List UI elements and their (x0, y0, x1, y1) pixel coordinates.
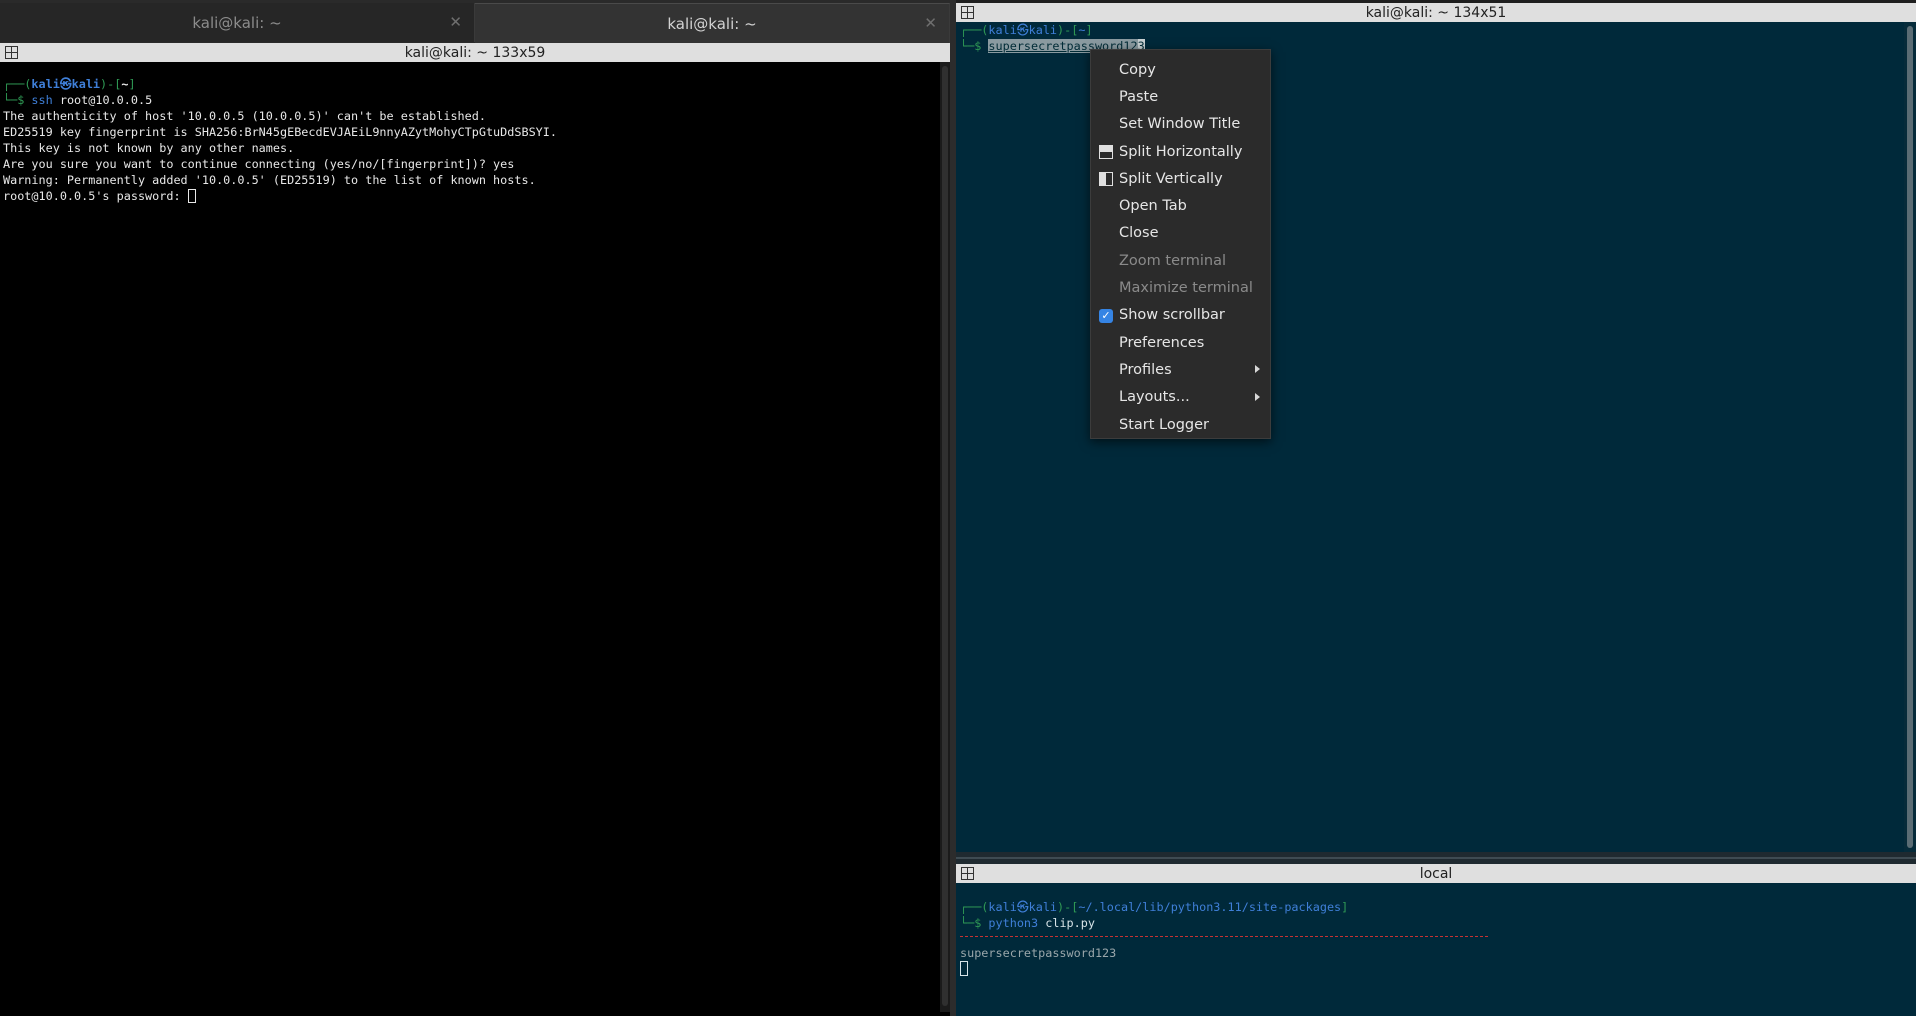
group-icon[interactable] (961, 6, 974, 19)
menu-item-split-horizontally[interactable]: Split Horizontally (1091, 138, 1270, 165)
prompt-frame: )-[ (1057, 900, 1079, 914)
right-bottom-terminal-output[interactable]: ┌──(kali㉿kali)-[~/.local/lib/python3.11/… (956, 883, 1916, 1016)
prompt-frame: )-[ (1057, 23, 1079, 37)
menu-item-paste[interactable]: Paste (1091, 83, 1270, 110)
clipboard-output: supersecretpassword123 (960, 946, 1117, 960)
password-prompt: root@10.0.0.5's password: (3, 189, 188, 203)
right-top-scrollbar[interactable] (1904, 22, 1916, 852)
command-args: root@10.0.0.5 (52, 93, 153, 107)
menu-item-set-window-title[interactable]: Set Window Title (1091, 111, 1270, 138)
scrollbar-thumb[interactable] (942, 66, 948, 1006)
menu-item-close[interactable]: Close (1091, 220, 1270, 247)
menu-item-label: Preferences (1119, 334, 1205, 351)
prompt-frame: └─$ (960, 916, 989, 930)
left-terminal-window: kali@kali: ~ ✕ kali@kali: ~ ✕ kali@kali:… (0, 0, 950, 1016)
command-name: ssh (31, 93, 53, 107)
menu-item-label: Open Tab (1119, 198, 1187, 215)
tab-2-label: kali@kali: ~ (667, 14, 757, 33)
prompt-frame: ] (1341, 900, 1349, 914)
menu-item-label: Copy (1119, 61, 1156, 78)
prompt-frame: ┌──( (960, 900, 989, 914)
prompt-user: kali㉿kali (31, 77, 101, 91)
terminal-cursor (960, 961, 968, 976)
desktop: kali@kali: ~ ✕ kali@kali: ~ ✕ kali@kali:… (0, 0, 1916, 1016)
close-icon[interactable]: ✕ (924, 14, 937, 32)
menu-item-profiles[interactable]: Profiles (1091, 356, 1270, 383)
window-title: kali@kali: ~ 133x59 (404, 44, 546, 61)
menu-item-layouts[interactable]: Layouts... (1091, 384, 1270, 411)
menu-item-label: Show scrollbar (1119, 307, 1225, 324)
menu-item-maximize-terminal: Maximize terminal (1091, 274, 1270, 301)
menu-item-label: Maximize terminal (1119, 280, 1253, 297)
group-icon[interactable] (5, 46, 18, 59)
right-bottom-titlebar[interactable]: local (956, 864, 1916, 883)
prompt-frame: ┌──( (3, 77, 32, 91)
menu-item-start-logger[interactable]: Start Logger (1091, 411, 1270, 438)
left-terminal-output[interactable]: ┌──(kali㉿kali)-[~] └─$ ssh root@10.0.0.5… (0, 62, 940, 1012)
group-icon[interactable] (961, 867, 974, 880)
command-args: clip.py (1038, 916, 1095, 930)
output-line: ED25519 key fingerprint is SHA256:BrN45g… (3, 125, 557, 139)
menu-item-split-vertically[interactable]: Split Vertically (1091, 165, 1270, 192)
prompt-user: kali㉿kali (988, 900, 1058, 914)
menu-item-label: Set Window Title (1119, 116, 1241, 133)
scrollbar-thumb[interactable] (1907, 26, 1913, 848)
terminal-cursor (187, 189, 196, 203)
menu-item-preferences[interactable]: Preferences (1091, 329, 1270, 356)
menu-item-label: Start Logger (1119, 416, 1210, 433)
tab-1-label: kali@kali: ~ (192, 13, 282, 32)
tab-bar: kali@kali: ~ ✕ kali@kali: ~ ✕ (0, 0, 950, 43)
prompt-frame: └─$ (3, 93, 32, 107)
menu-item-open-tab[interactable]: Open Tab (1091, 192, 1270, 219)
split-vertical-icon (1099, 172, 1113, 187)
right-top-titlebar[interactable]: kali@kali: ~ 134x51 (956, 3, 1916, 22)
menu-item-zoom-terminal: Zoom terminal (1091, 247, 1270, 274)
dashed-separator (960, 936, 1488, 937)
menu-item-label: Close (1119, 225, 1159, 242)
prompt-user: kali㉿kali (988, 23, 1058, 37)
prompt-dir: ~/.local/lib/python3.11/site-packages (1078, 900, 1342, 914)
menu-item-show-scrollbar[interactable]: ✓ Show scrollbar (1091, 302, 1270, 329)
output-line: Warning: Permanently added '10.0.0.5' (E… (3, 173, 536, 187)
split-grip (956, 857, 1916, 859)
context-menu: Copy Paste Set Window Title Split Horizo… (1090, 49, 1271, 439)
window-title: kali@kali: ~ 134x51 (1365, 4, 1507, 21)
menu-item-label: Profiles (1119, 361, 1172, 378)
prompt-frame: ] (1085, 23, 1093, 37)
submenu-arrow-icon (1255, 392, 1260, 401)
menu-item-label: Zoom terminal (1119, 252, 1226, 269)
menu-item-label: Split Vertically (1119, 170, 1223, 187)
tab-1[interactable]: kali@kali: ~ ✕ (0, 3, 475, 42)
prompt-frame: )-[ (100, 77, 122, 91)
window-title: local (1419, 865, 1453, 882)
submenu-arrow-icon (1255, 365, 1260, 374)
output-line: Are you sure you want to continue connec… (3, 157, 515, 171)
left-scrollbar[interactable] (940, 62, 950, 1012)
menu-item-label: Layouts... (1119, 389, 1190, 406)
command-name: python3 (988, 916, 1039, 930)
menu-item-copy[interactable]: Copy (1091, 56, 1270, 83)
prompt-frame: └─$ (960, 39, 989, 53)
tab-2[interactable]: kali@kali: ~ ✕ (475, 3, 950, 43)
checkbox-checked-icon[interactable]: ✓ (1099, 308, 1113, 323)
menu-item-label: Split Horizontally (1119, 143, 1243, 160)
left-terminal-titlebar[interactable]: kali@kali: ~ 133x59 (0, 43, 950, 62)
horizontal-split-handle[interactable] (956, 852, 1916, 864)
output-line: The authenticity of host '10.0.0.5 (10.0… (3, 109, 486, 123)
close-icon[interactable]: ✕ (449, 13, 462, 31)
prompt-frame: ] (128, 77, 136, 91)
prompt-frame: ┌──( (960, 23, 989, 37)
output-line: This key is not known by any other names… (3, 141, 295, 155)
menu-item-label: Paste (1119, 88, 1159, 105)
split-horizontal-icon (1099, 144, 1113, 159)
